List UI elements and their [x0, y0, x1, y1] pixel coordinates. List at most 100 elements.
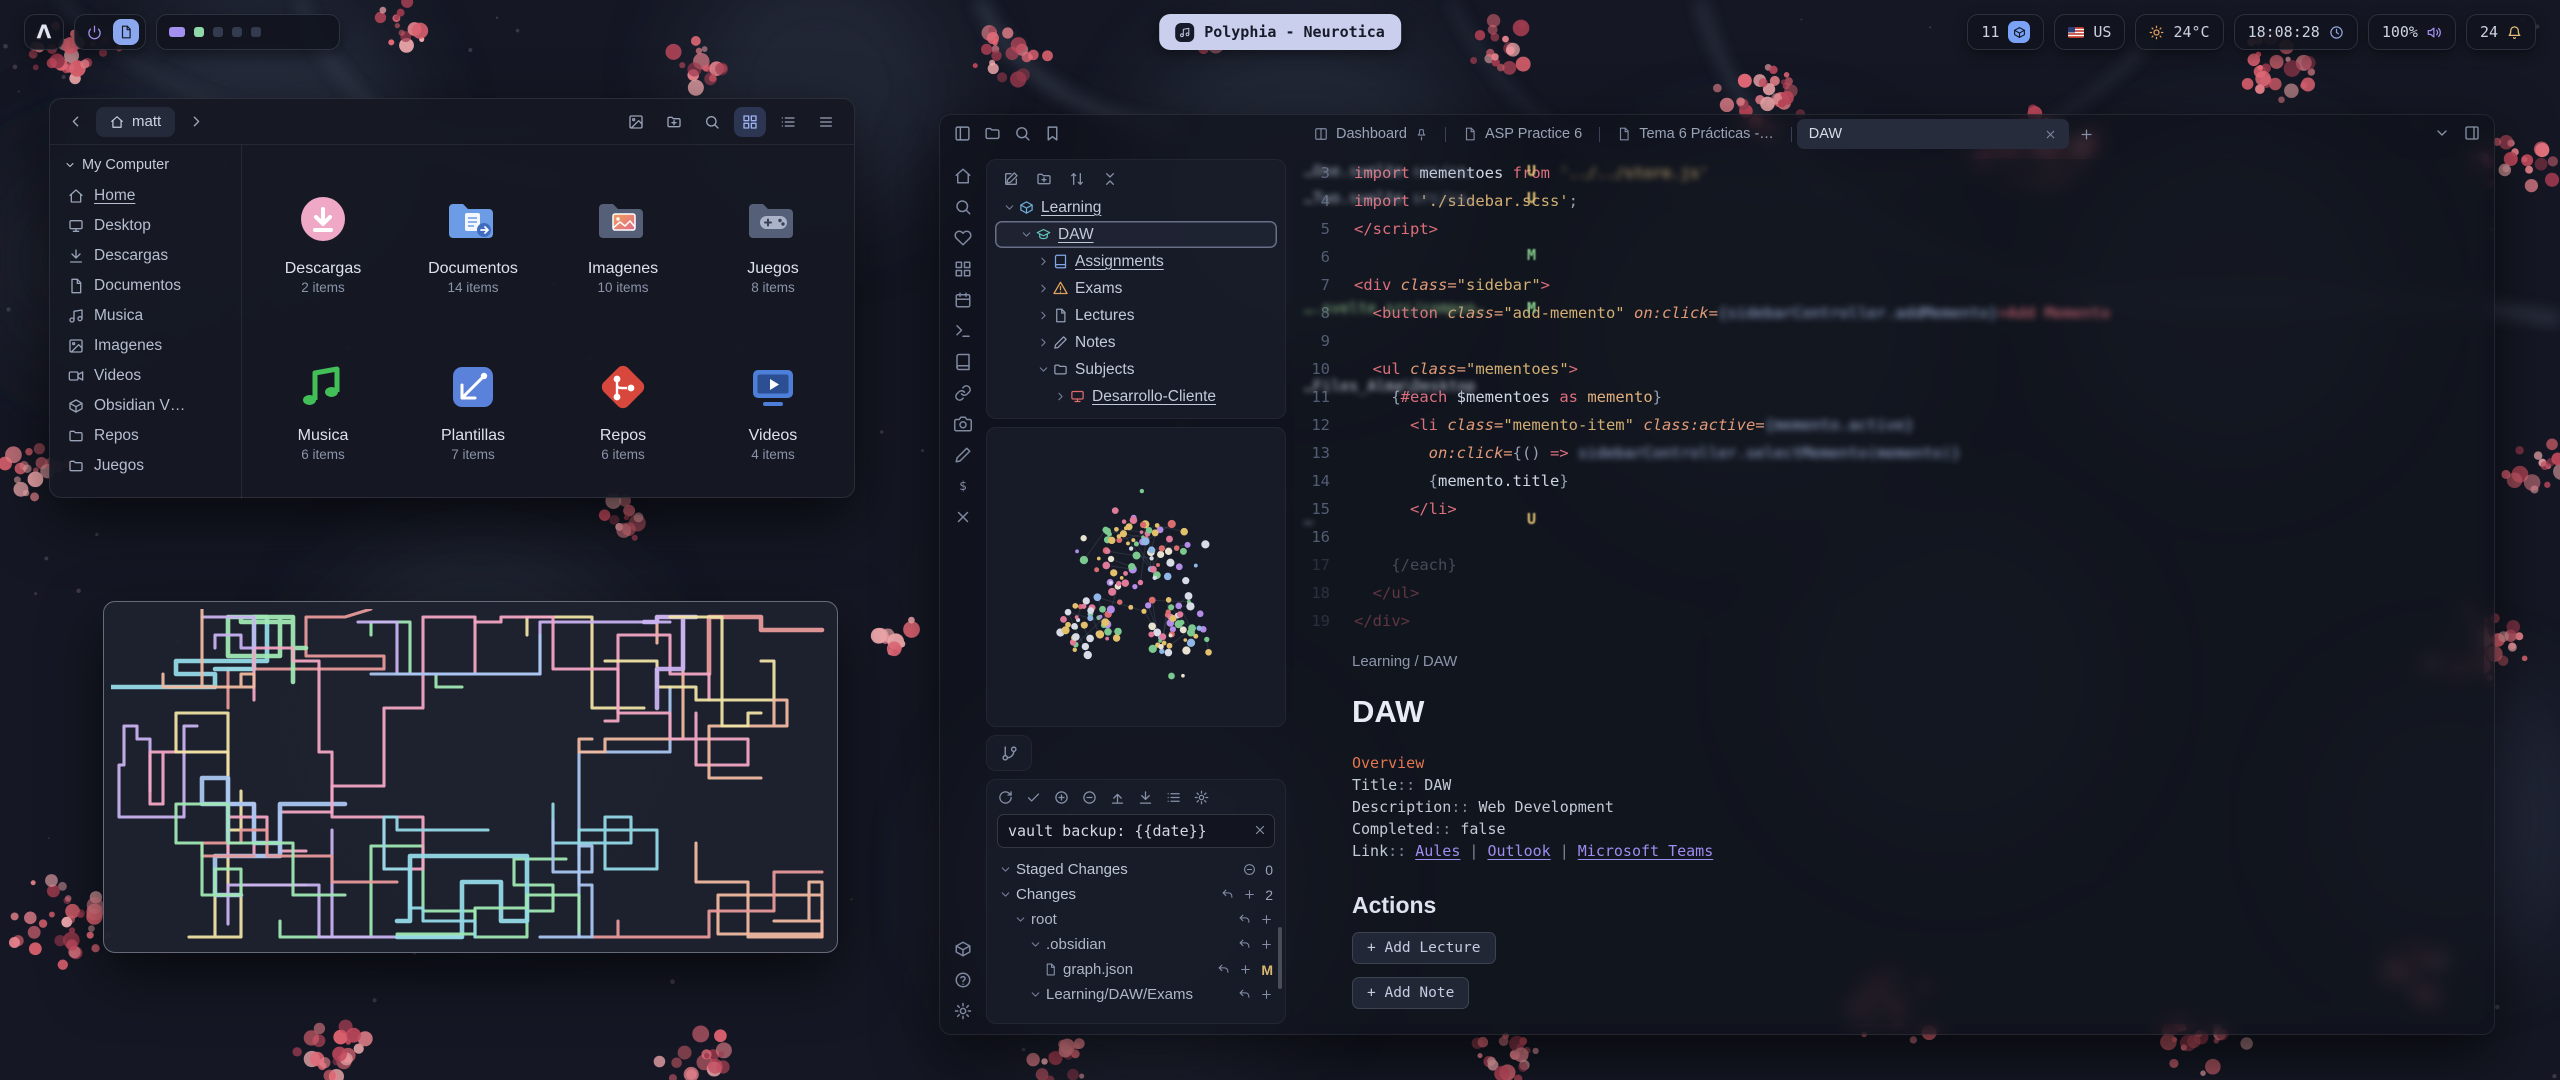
explorer-sort-button[interactable]	[1069, 171, 1085, 187]
search-button[interactable]	[696, 107, 728, 137]
folder-juegos[interactable]: Juegos8 items	[698, 155, 848, 322]
git-gear-button[interactable]	[1194, 790, 1209, 805]
folder-videos[interactable]: Videos4 items	[698, 322, 848, 489]
breadcrumb[interactable]: matt	[96, 107, 175, 137]
folder-plantillas[interactable]: Plantillas7 items	[398, 322, 548, 489]
git-dir-learning-daw-exams[interactable]: Learning/DAW/Exams	[995, 982, 1277, 1007]
preview-button[interactable]	[620, 107, 652, 137]
folder-musica[interactable]: Musica6 items	[248, 322, 398, 489]
explorer-folder-plus-button[interactable]	[1036, 171, 1052, 187]
file-tree-item-subjects[interactable]: Subjects	[995, 356, 1277, 383]
ribbon-dollar-button[interactable]: $	[954, 477, 972, 495]
explorer-pencil-square-button[interactable]	[1003, 171, 1019, 187]
weather-module[interactable]: 24°C	[2135, 14, 2223, 50]
sidebar-item-obsidian-v[interactable]: Obsidian V…	[60, 391, 231, 421]
sidebar-header[interactable]: My Computer	[64, 157, 227, 173]
clock-module[interactable]: 18:08:28	[2234, 14, 2358, 50]
ribbon-search-button[interactable]	[954, 198, 972, 216]
ribbon-calendar-button[interactable]	[954, 291, 972, 309]
tab-tema-6-pr-cticas[interactable]: Tema 6 Prácticas -…	[1605, 119, 1786, 149]
tab-asp-practice-6[interactable]: ASP Practice 6	[1451, 119, 1594, 149]
git-file-graph-json[interactable]: graph.jsonM	[995, 957, 1277, 982]
git-upload-button[interactable]	[1110, 790, 1125, 805]
git-list-button[interactable]	[1166, 790, 1181, 805]
ribbon-home-button[interactable]	[954, 167, 972, 185]
tab-daw[interactable]: DAW	[1797, 119, 2069, 149]
file-tree-item-desarrollo-cliente[interactable]: Desarrollo-Cliente	[995, 383, 1277, 410]
git-plus-circle-button[interactable]	[1054, 790, 1069, 805]
git-section-staged-changes[interactable]: Staged Changes0	[995, 857, 1277, 882]
list-view-button[interactable]	[772, 107, 804, 137]
ribbon-gear-button[interactable]	[954, 1002, 972, 1020]
ribbon-book-button[interactable]	[954, 353, 972, 371]
launcher-button[interactable]: Λ	[24, 14, 64, 50]
workspace-dot-active[interactable]	[169, 27, 185, 37]
note-breadcrumb[interactable]: Learning / DAW	[1352, 653, 2012, 670]
file-tree-item-daw[interactable]: DAW	[995, 221, 1277, 248]
ribbon-link-button[interactable]	[954, 384, 972, 402]
updates-module[interactable]: 11	[1967, 14, 2044, 50]
new-folder-button[interactable]	[658, 107, 690, 137]
git-minus-circle-button[interactable]	[1082, 790, 1097, 805]
clear-input-icon[interactable]	[1253, 823, 1267, 837]
ribbon-pencil-button[interactable]	[954, 446, 972, 464]
folder-imagenes[interactable]: Imagenes10 items	[548, 155, 698, 322]
commit-message-input[interactable]	[997, 814, 1275, 848]
sidebar-item-home[interactable]: Home	[60, 181, 231, 211]
folder-documentos[interactable]: Documentos14 items	[398, 155, 548, 322]
ribbon-box-button[interactable]	[954, 940, 972, 958]
action-button-add-note[interactable]: + Add Note	[1352, 977, 1469, 1009]
file-tree-item-exams[interactable]: Exams	[995, 275, 1277, 302]
mini-panel[interactable]	[986, 735, 1032, 771]
header-folder-button[interactable]	[984, 125, 1001, 142]
git-download-button[interactable]	[1138, 790, 1153, 805]
file-tree-item-learning[interactable]: Learning	[995, 194, 1277, 221]
file-tree-item-lectures[interactable]: Lectures	[995, 302, 1277, 329]
ribbon-help-button[interactable]	[954, 971, 972, 989]
ribbon-terminal-button[interactable]	[954, 322, 972, 340]
ribbon-x-button[interactable]	[954, 508, 972, 526]
sidebar-item-juegos[interactable]: Juegos	[60, 451, 231, 481]
workspace-dot[interactable]	[232, 27, 242, 37]
file-tree-item-notes[interactable]: Notes	[995, 329, 1277, 356]
header-panel-left-button[interactable]	[954, 125, 971, 142]
keyboard-layout-module[interactable]: US	[2054, 14, 2125, 50]
sidebar-item-documentos[interactable]: Documentos	[60, 271, 231, 301]
notifications-module[interactable]: 24	[2466, 14, 2536, 50]
link-outlook[interactable]: Outlook	[1487, 842, 1550, 860]
workspace-dot[interactable]	[213, 27, 223, 37]
link-aules[interactable]: Aules	[1415, 842, 1460, 860]
folder-descargas[interactable]: Descargas2 items	[248, 155, 398, 322]
git-dir-root[interactable]: root	[995, 907, 1277, 932]
workspace-dot[interactable]	[251, 27, 261, 37]
file-tree-item-assignments[interactable]: Assignments	[995, 248, 1277, 275]
git-refresh-button[interactable]	[998, 790, 1013, 805]
graph-view-canvas[interactable]	[987, 428, 1285, 726]
explorer-collapse-button[interactable]	[1102, 171, 1118, 187]
action-button-add-lecture[interactable]: + Add Lecture	[1352, 932, 1496, 964]
menu-button[interactable]	[810, 107, 842, 137]
link-microsoft-teams[interactable]: Microsoft Teams	[1578, 842, 1713, 860]
ribbon-grid-button[interactable]	[954, 260, 972, 278]
media-player-module[interactable]: Polyphia - Neurotica	[1159, 14, 1401, 50]
git-dir-obsidian[interactable]: .obsidian	[995, 932, 1277, 957]
header-layout-button[interactable]	[2464, 125, 2480, 141]
sidebar-item-musica[interactable]: Musica	[60, 301, 231, 331]
git-section-changes[interactable]: Changes2	[995, 882, 1277, 907]
workspaces-module[interactable]	[156, 14, 340, 50]
scrollbar[interactable]	[1278, 927, 1282, 989]
new-tab-button[interactable]	[2079, 127, 2094, 142]
power-button[interactable]	[81, 19, 107, 45]
folder-repos[interactable]: Repos6 items	[548, 322, 698, 489]
ribbon-camera-button[interactable]	[954, 415, 972, 433]
tab-dashboard[interactable]: Dashboard	[1302, 119, 1440, 149]
sidebar-item-repos[interactable]: Repos	[60, 421, 231, 451]
git-check-button[interactable]	[1026, 790, 1041, 805]
forward-button[interactable]	[183, 109, 209, 135]
ribbon-heart-button[interactable]	[954, 229, 972, 247]
sidebar-item-imagenes[interactable]: Imagenes	[60, 331, 231, 361]
workspace-dot[interactable]	[194, 27, 204, 37]
sidebar-item-desktop[interactable]: Desktop	[60, 211, 231, 241]
back-button[interactable]	[62, 109, 88, 135]
volume-module[interactable]: 100%	[2368, 14, 2456, 50]
